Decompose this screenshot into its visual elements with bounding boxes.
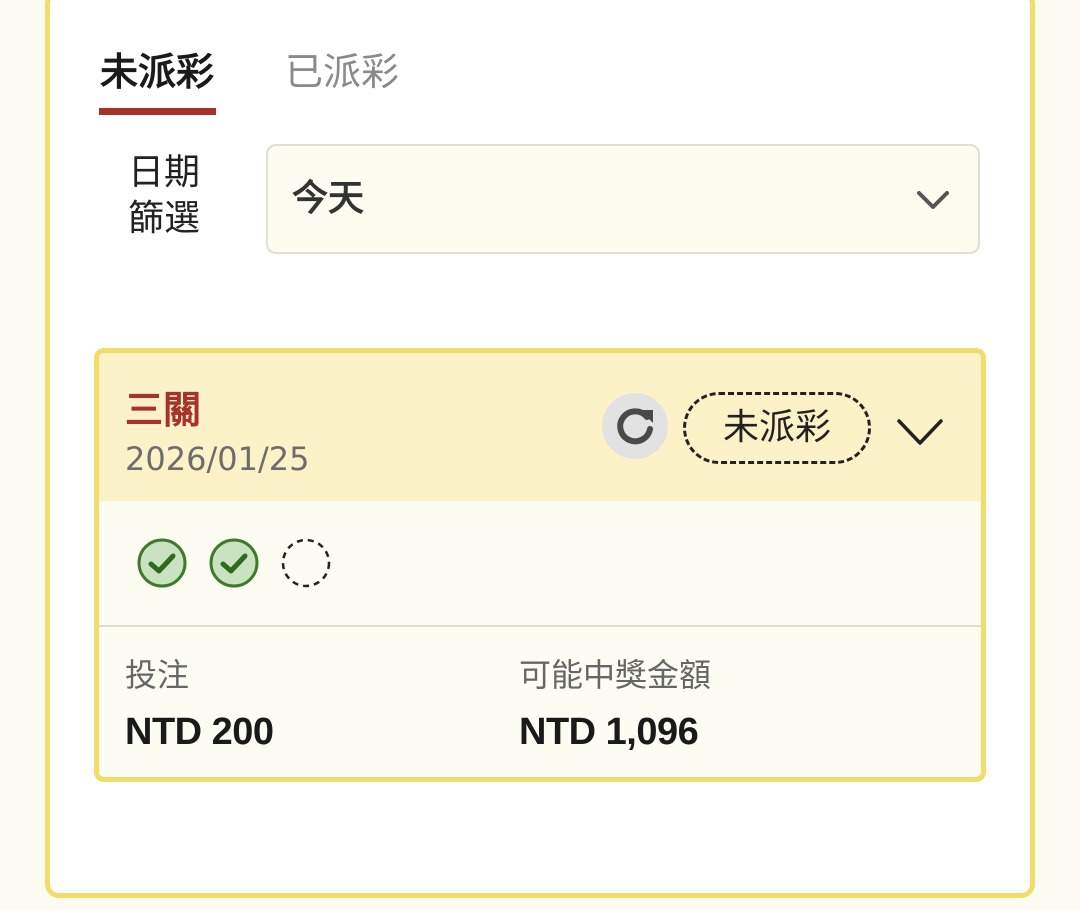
bet-card: 三關 2026/01/25 未派彩 投注 NTD 200 可能中獎金額 NTD … xyxy=(94,348,986,782)
bet-date: 2026/01/25 xyxy=(125,440,310,478)
active-tab-indicator xyxy=(99,108,216,115)
card-divider xyxy=(99,625,981,627)
bet-type: 三關 xyxy=(125,388,202,432)
payout-label: 可能中獎金額 xyxy=(519,656,712,694)
date-filter-value: 今天 xyxy=(292,178,365,219)
tab-settled[interactable]: 已派彩 xyxy=(285,48,399,96)
refresh-icon xyxy=(617,408,653,445)
chevron-down-icon xyxy=(917,191,949,209)
dashed-circle-icon xyxy=(281,538,331,588)
bet-card-header[interactable]: 三關 2026/01/25 未派彩 xyxy=(99,353,981,501)
stake-value: NTD 200 xyxy=(125,711,274,753)
date-filter-label: 日期 篩選 xyxy=(128,150,208,242)
date-filter-label-line2: 篩選 xyxy=(128,198,201,239)
check-circle-icon xyxy=(209,538,259,588)
date-filter-label-line1: 日期 xyxy=(128,152,201,193)
tab-unsettled[interactable]: 未派彩 xyxy=(100,48,214,96)
chevron-down-icon[interactable] xyxy=(895,415,945,449)
payout-value: NTD 1,096 xyxy=(519,711,699,753)
status-badge: 未派彩 xyxy=(683,392,871,464)
check-circle-icon xyxy=(137,538,187,588)
date-filter-select[interactable]: 今天 xyxy=(266,144,980,254)
legs-row xyxy=(99,501,981,625)
stake-label: 投注 xyxy=(125,656,190,694)
refresh-button[interactable] xyxy=(602,393,668,459)
